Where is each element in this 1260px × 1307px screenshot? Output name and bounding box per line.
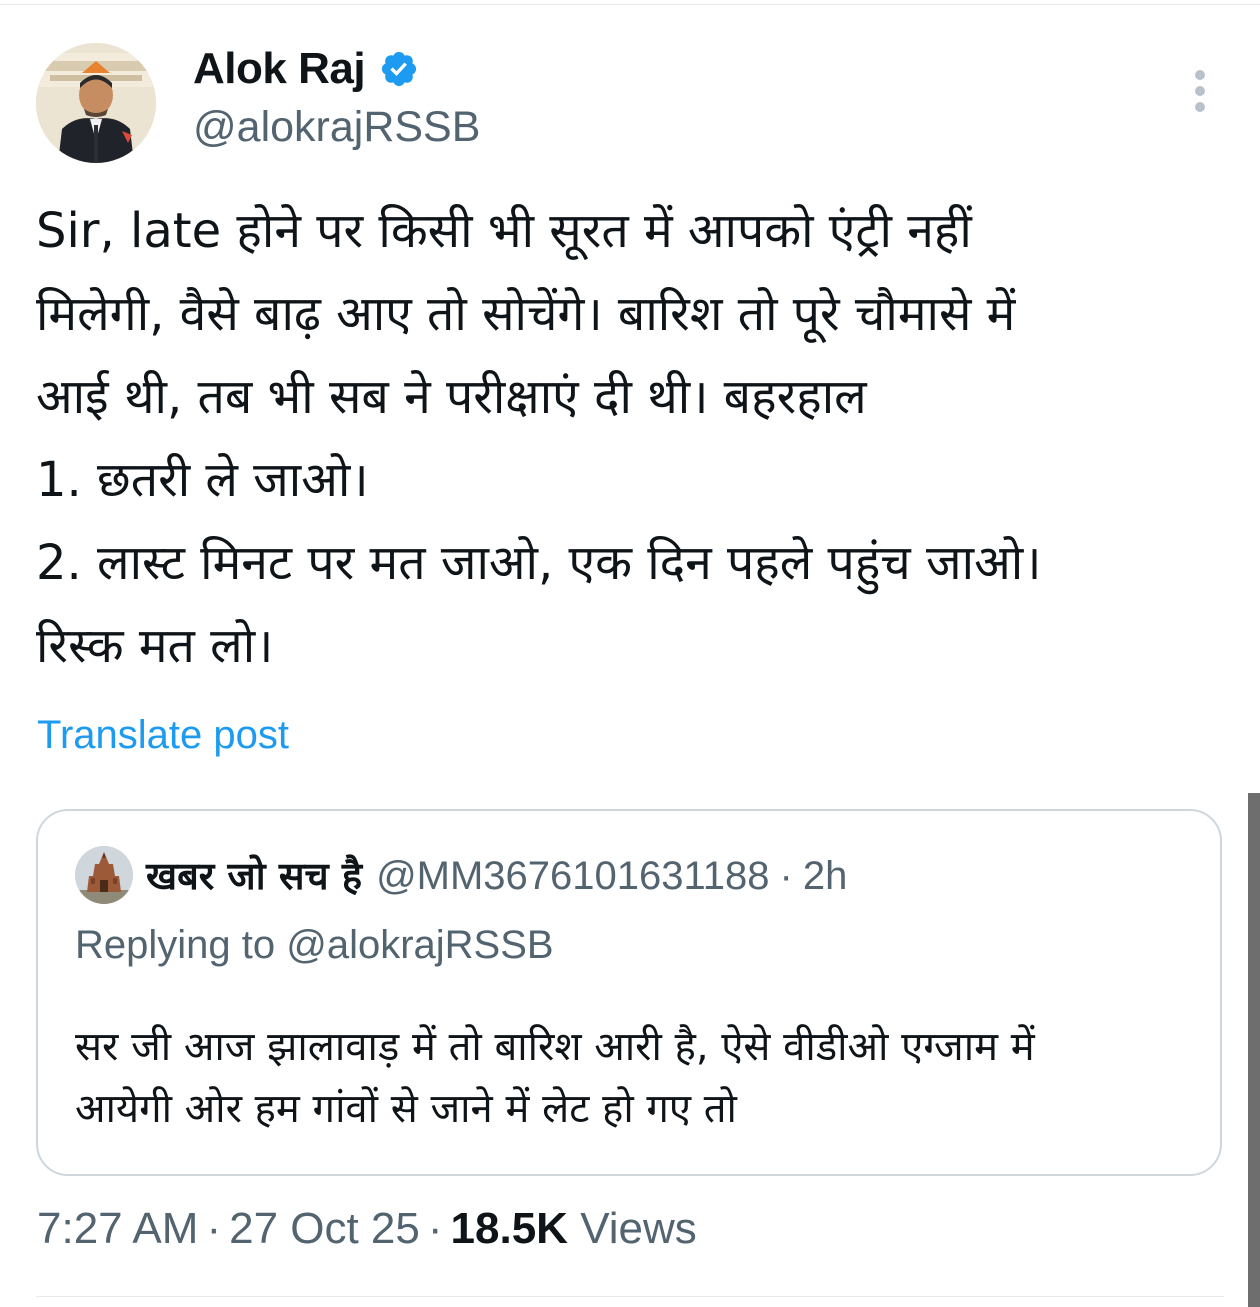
- quoted-author-handle[interactable]: @MM3676101631188: [376, 854, 769, 899]
- more-options-button[interactable]: [1184, 68, 1216, 114]
- bottom-divider: [36, 1296, 1224, 1297]
- translate-post-link[interactable]: Translate post: [37, 713, 289, 758]
- quoted-author-avatar[interactable]: [75, 846, 133, 904]
- views-label: Views: [580, 1204, 697, 1253]
- post-text-line: 2. लास्ट मिनट पर मत जाओ, एक दिन पहले पहु…: [36, 535, 1042, 591]
- post-text-line: 1. छतरी ले जाओ।: [36, 452, 369, 508]
- top-divider: [0, 4, 1260, 5]
- post-date[interactable]: 27 Oct 25: [229, 1204, 420, 1253]
- post-metadata: 7:27 AM · 27 Oct 25 · 18.5K Views: [37, 1204, 697, 1254]
- quoted-post-card[interactable]: खबर जो सच है @MM3676101631188 · 2h Reply…: [36, 809, 1222, 1176]
- author-handle[interactable]: @alokrajRSSB: [193, 103, 480, 152]
- scrollbar[interactable]: [1248, 793, 1260, 1307]
- post-text-line: आई थी, तब भी सब ने परीक्षाएं दी थी। बहरह…: [36, 369, 867, 425]
- temple-avatar-image: [75, 846, 133, 904]
- more-vertical-icon: [1195, 70, 1205, 112]
- separator-dot: ·: [779, 854, 793, 898]
- avatar-image: [36, 43, 156, 163]
- quoted-post-time[interactable]: 2h: [803, 854, 848, 899]
- quoted-post-text-line: सर जी आज झालावाड़ में तो बारिश आरी है, ऐ…: [75, 1024, 1035, 1070]
- views-count: 18.5K: [450, 1204, 568, 1253]
- post-text-line: रिस्क मत लो।: [36, 618, 274, 674]
- quoted-post-text-line: आयेगी ओर हम गांवों से जाने में लेट हो गए…: [75, 1086, 737, 1132]
- author-avatar[interactable]: [36, 43, 156, 163]
- separator-dot: ·: [206, 1204, 222, 1253]
- quoted-post-text: सर जी आज झालावाड़ में तो बारिश आरी है, ऐ…: [75, 1016, 1195, 1140]
- post-text: Sir, late होने पर किसी भी सूरत में आपको …: [36, 190, 1236, 688]
- separator-dot: ·: [427, 1204, 443, 1253]
- author-name-row: Alok Raj: [193, 44, 419, 94]
- post-text-line: मिलेगी, वैसे बाढ़ आए तो सोचेंगे। बारिश त…: [36, 286, 1016, 342]
- author-display-name[interactable]: Alok Raj: [193, 44, 366, 94]
- post-time[interactable]: 7:27 AM: [37, 1204, 198, 1253]
- replying-to-text: Replying to @alokrajRSSB: [75, 923, 554, 967]
- quoted-author-name[interactable]: खबर जो सच है: [146, 849, 362, 901]
- quoted-post-header: खबर जो सच है @MM3676101631188 · 2h: [146, 849, 847, 901]
- post-text-line: Sir, late होने पर किसी भी सूरत में आपको …: [36, 203, 972, 259]
- verified-badge-icon: [379, 49, 419, 89]
